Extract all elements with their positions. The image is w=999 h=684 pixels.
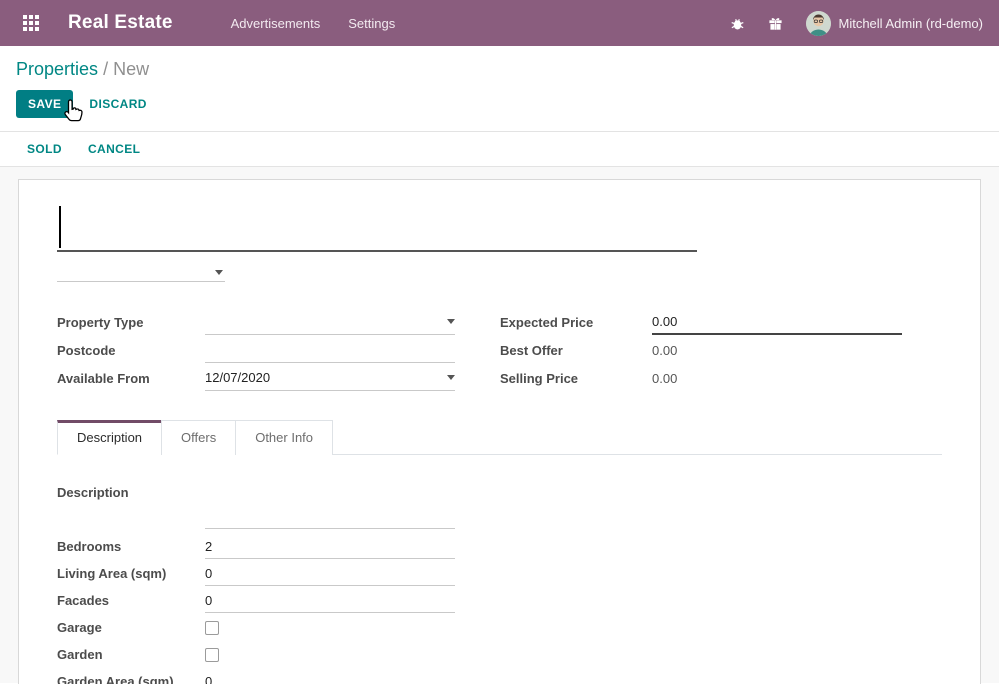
field-row-selling-price: Selling Price 0.00 (500, 364, 942, 392)
expected-price-value: 0.00 (652, 314, 677, 329)
property-name-input[interactable] (57, 204, 697, 252)
cancel-button[interactable]: CANCEL (88, 142, 140, 156)
expected-price-label: Expected Price (500, 315, 652, 330)
right-field-group: Expected Price 0.00 Best Offer 0.00 Sell… (500, 308, 942, 392)
chevron-down-icon (447, 375, 455, 380)
text-caret (59, 206, 61, 248)
bug-icon[interactable] (730, 15, 746, 31)
chevron-down-icon (447, 319, 455, 324)
field-row-living-area: Living Area (sqm) 0 (57, 560, 942, 587)
user-name: Mitchell Admin (rd-demo) (839, 16, 984, 31)
facades-label: Facades (57, 593, 205, 608)
description-label: Description (57, 481, 205, 500)
app-title[interactable]: Real Estate (68, 12, 173, 34)
discard-button[interactable]: DISCARD (89, 97, 146, 111)
apps-grid-icon (23, 15, 39, 31)
content-area: Property Type Postcode Available From (0, 167, 999, 683)
garden-label: Garden (57, 647, 205, 662)
menu-advertisements[interactable]: Advertisements (231, 16, 321, 31)
facades-value: 0 (205, 593, 212, 608)
control-panel: Properties / New SAVE DISCARD (0, 46, 999, 132)
save-button[interactable]: SAVE (16, 90, 73, 118)
breadcrumb-separator: / (103, 59, 113, 79)
tab-content-description: Description Bedrooms 2 Living Area (sqm)… (57, 455, 942, 684)
tab-offers[interactable]: Offers (161, 420, 236, 455)
user-menu[interactable]: Mitchell Admin (rd-demo) (806, 11, 984, 36)
garage-label: Garage (57, 620, 205, 635)
sold-button[interactable]: SOLD (27, 142, 62, 156)
garden-checkbox[interactable] (205, 648, 219, 662)
expected-price-input[interactable]: 0.00 (652, 309, 902, 335)
top-navbar: Real Estate Advertisements Settings (0, 0, 999, 46)
notebook: Description Offers Other Info Descriptio… (57, 420, 942, 684)
tab-description[interactable]: Description (57, 420, 162, 455)
property-type-input[interactable] (205, 309, 455, 335)
tab-other-info[interactable]: Other Info (235, 420, 333, 455)
garden-cell (205, 642, 455, 667)
user-avatar (806, 11, 831, 36)
field-row-available-from: Available From 12/07/2020 (57, 364, 500, 392)
bedrooms-input[interactable]: 2 (205, 534, 455, 559)
breadcrumb-properties[interactable]: Properties (16, 59, 98, 79)
garden-area-value: 0 (205, 674, 212, 684)
available-from-label: Available From (57, 371, 205, 386)
field-columns: Property Type Postcode Available From (57, 308, 942, 392)
living-area-input[interactable]: 0 (205, 561, 455, 586)
garage-cell (205, 615, 455, 640)
field-row-description: Description (57, 481, 942, 533)
field-row-facades: Facades 0 (57, 587, 942, 614)
action-buttons-row: SAVE DISCARD (16, 90, 983, 118)
available-from-value: 12/07/2020 (205, 370, 270, 385)
field-row-postcode: Postcode (57, 336, 500, 364)
postcode-label: Postcode (57, 343, 205, 358)
garage-checkbox[interactable] (205, 621, 219, 635)
bedrooms-label: Bedrooms (57, 539, 205, 554)
selling-price-label: Selling Price (500, 371, 652, 386)
field-row-best-offer: Best Offer 0.00 (500, 336, 942, 364)
garden-area-label: Garden Area (sqm) (57, 674, 205, 684)
garden-area-input[interactable]: 0 (205, 669, 455, 684)
gift-icon[interactable] (768, 15, 784, 31)
apps-menu-button[interactable] (16, 8, 46, 38)
nav-menus: Advertisements Settings (231, 16, 396, 31)
best-offer-readonly: 0.00 (652, 337, 902, 363)
property-form-sheet: Property Type Postcode Available From (18, 179, 981, 684)
bedrooms-value: 2 (205, 539, 212, 554)
property-type-label: Property Type (57, 315, 205, 330)
description-input[interactable] (205, 481, 455, 529)
field-row-garden-area: Garden Area (sqm) 0 (57, 668, 942, 684)
menu-settings[interactable]: Settings (348, 16, 395, 31)
property-tags-input[interactable] (57, 256, 225, 282)
field-row-garden: Garden (57, 641, 942, 668)
living-area-value: 0 (205, 566, 212, 581)
navbar-right: Mitchell Admin (rd-demo) (730, 11, 984, 36)
field-row-garage: Garage (57, 614, 942, 641)
selling-price-readonly: 0.00 (652, 365, 902, 391)
best-offer-label: Best Offer (500, 343, 652, 358)
postcode-input[interactable] (205, 337, 455, 363)
available-from-input[interactable]: 12/07/2020 (205, 365, 455, 391)
selling-price-value: 0.00 (652, 371, 677, 386)
left-field-group: Property Type Postcode Available From (57, 308, 500, 392)
field-row-bedrooms: Bedrooms 2 (57, 533, 942, 560)
best-offer-value: 0.00 (652, 343, 677, 358)
living-area-label: Living Area (sqm) (57, 566, 205, 581)
chevron-down-icon (215, 270, 223, 275)
breadcrumb: Properties / New (16, 59, 983, 80)
field-row-expected-price: Expected Price 0.00 (500, 308, 942, 336)
form-statusbar: SOLD CANCEL (0, 132, 999, 167)
field-row-property-type: Property Type (57, 308, 500, 336)
tab-bar: Description Offers Other Info (57, 420, 942, 455)
facades-input[interactable]: 0 (205, 588, 455, 613)
breadcrumb-new: New (113, 59, 149, 79)
